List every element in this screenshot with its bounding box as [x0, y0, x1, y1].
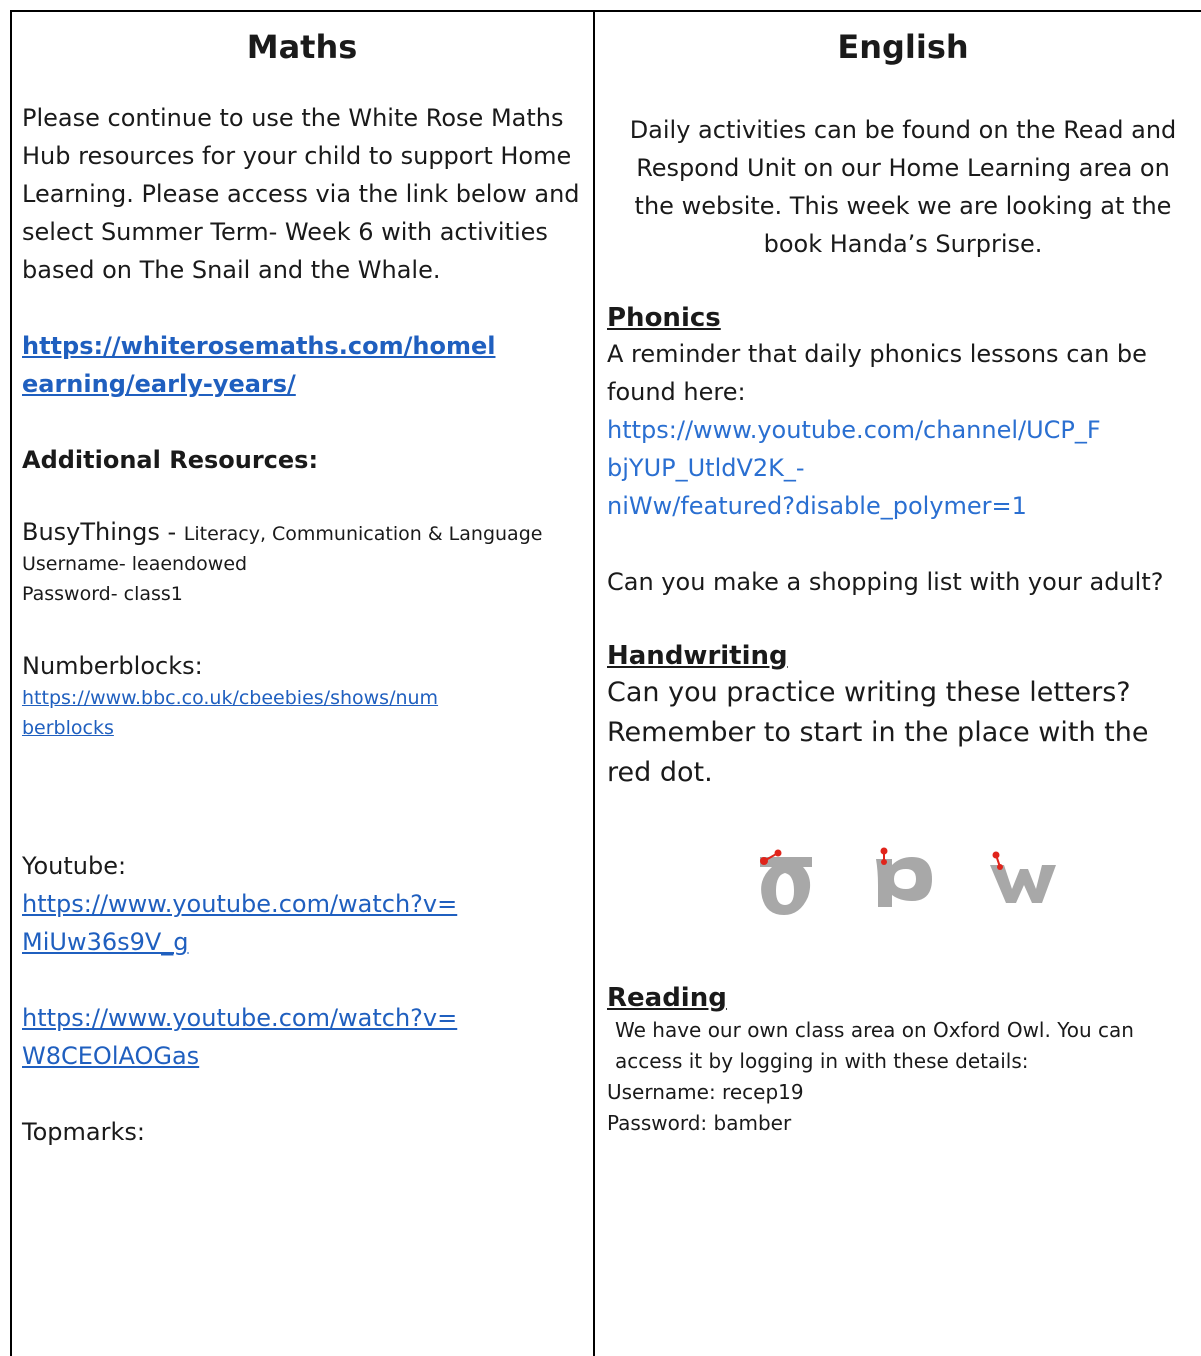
phonics-heading: Phonics [607, 303, 721, 334]
reading-username: Username: recep19 [607, 1080, 804, 1105]
reading-heading: Reading [607, 983, 727, 1014]
white-rose-link-line1[interactable]: https://whiterosemaths.com/homel [22, 327, 582, 365]
worksheet: Maths Please continue to use the White R… [0, 0, 1201, 1356]
phonics-text: A reminder that daily phonics lessons ca… [607, 340, 1147, 407]
phonics-link-line3[interactable]: niWw/featured?disable_polymer=1 [607, 487, 1199, 525]
reading-password: Password: bamber [607, 1111, 792, 1136]
letter-o-icon [760, 849, 812, 916]
english-column: English Daily activities can be found on… [607, 12, 1199, 1139]
maths-column: Maths Please continue to use the White R… [22, 12, 582, 1151]
white-rose-link-line2[interactable]: earning/early-years/ [22, 365, 582, 403]
column-divider [593, 10, 595, 1356]
youtube-link1-line2[interactable]: MiUw36s9V_g [22, 923, 582, 961]
phonics-link-line2[interactable]: bjYUP_UtldV2K_- [607, 449, 1199, 487]
busythings-username: Username- leaendowed [22, 553, 248, 576]
busythings-block: BusyThings - Literacy, Communication & L… [22, 517, 582, 609]
busythings-password: Password- class1 [22, 583, 183, 606]
handwriting-text: Can you practice writing these letters? … [607, 677, 1149, 789]
maths-intro: Please continue to use the White Rose Ma… [22, 104, 580, 285]
letter-practice-image [607, 845, 1199, 919]
busythings-name: BusyThings - [22, 518, 184, 547]
handwriting-heading: Handwriting [607, 641, 788, 672]
numberblocks-label: Numberblocks: [22, 652, 203, 681]
numberblocks-block: Numberblocks: https://www.bbc.co.uk/cbee… [22, 649, 582, 743]
maths-heading: Maths [246, 28, 358, 66]
letter-p-icon [876, 847, 932, 908]
phonics-link-line1[interactable]: https://www.youtube.com/channel/UCP_F [607, 411, 1199, 449]
english-heading: English [837, 28, 969, 66]
shopping-list-text: Can you make a shopping list with your a… [607, 568, 1164, 597]
youtube-link2-line1[interactable]: https://www.youtube.com/watch?v= [22, 999, 582, 1037]
youtube-label: Youtube: [22, 852, 127, 881]
youtube-block: Youtube: https://www.youtube.com/watch?v… [22, 847, 582, 1075]
youtube-link2-line2[interactable]: W8CEOlAOGas [22, 1037, 582, 1075]
numberblocks-link-line2[interactable]: berblocks [22, 713, 582, 743]
reading-text: We have our own class area on Oxford Owl… [615, 1018, 1134, 1074]
english-intro: Daily activities can be found on the Rea… [629, 116, 1177, 259]
numberblocks-link-line1[interactable]: https://www.bbc.co.uk/cbeebies/shows/num [22, 683, 582, 713]
white-rose-link[interactable]: https://whiterosemaths.com/homel earning… [22, 327, 582, 403]
topmarks-label: Topmarks: [22, 1118, 145, 1147]
busythings-desc: Literacy, Communication & Language [183, 523, 543, 546]
additional-resources-heading: Additional Resources: [22, 446, 319, 475]
youtube-link1-line1[interactable]: https://www.youtube.com/watch?v= [22, 885, 582, 923]
letter-w-icon [990, 851, 1056, 904]
